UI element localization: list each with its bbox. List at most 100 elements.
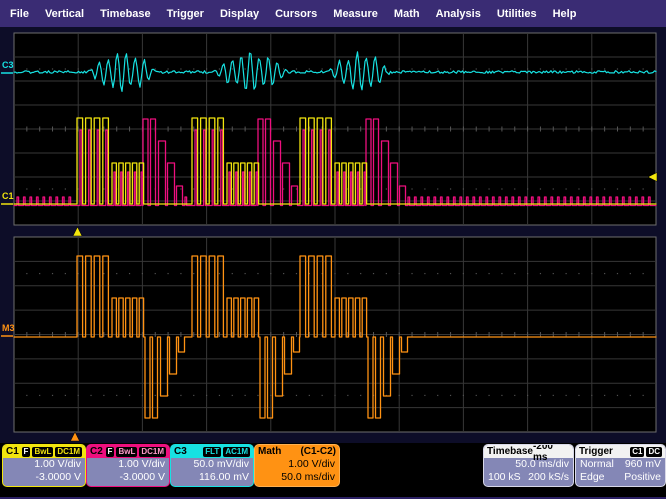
channel-descriptor-c3[interactable]: C3 FLTAC1M 50.0 mV/div 116.00 mV [170,444,254,487]
menu-item-math[interactable]: Math [386,8,428,20]
dotted-tick [476,273,477,274]
dotted-tick [630,188,631,189]
dotted-tick [540,188,541,189]
dotted-tick [206,68,207,69]
waveform-display: C3C1M3 [0,0,666,499]
trigger-descriptor[interactable]: Trigger C1DC Normal 960 mV Edge Positive [575,444,666,487]
dotted-tick [193,68,194,69]
menu-item-analysis[interactable]: Analysis [428,8,489,20]
dotted-tick [52,68,53,69]
dotted-tick [78,395,79,396]
menu-item-measure[interactable]: Measure [325,8,386,20]
dotted-tick [476,68,477,69]
badge-f: F [22,447,31,457]
dotted-tick [180,68,181,69]
dotted-tick [283,273,284,274]
channel-descriptor-c2[interactable]: C2 FBwLDC1M 1.00 V/div -3.0000 V [86,444,170,487]
badge-ac1m: AC1M [223,447,250,457]
dotted-tick [193,188,194,189]
dotted-tick [283,68,284,69]
menu-item-help[interactable]: Help [545,8,585,20]
dotted-tick [142,273,143,274]
dotted-tick [360,395,361,396]
dotted-tick [296,273,297,274]
dotted-tick [617,188,618,189]
dotted-tick [116,68,117,69]
dotted-tick [604,395,605,396]
dotted-tick [424,273,425,274]
dotted-tick [617,395,618,396]
dotted-tick [514,188,515,189]
menu-item-cursors[interactable]: Cursors [267,8,325,20]
timebase-header: Timebase -200 ms [484,445,573,458]
trigger-time-marker[interactable] [73,227,82,236]
dotted-tick [578,273,579,274]
menu-item-file[interactable]: File [2,8,37,20]
menu-item-timebase[interactable]: Timebase [92,8,159,20]
dotted-tick [334,395,335,396]
dotted-tick [604,188,605,189]
math-position-marker[interactable] [71,432,80,441]
dotted-tick [103,68,104,69]
badge-f: F [106,447,115,457]
dotted-tick [65,68,66,69]
timebase-descriptor[interactable]: Timebase -200 ms 50.0 ms/div 100 kS 200 … [483,444,574,487]
dotted-tick [309,395,310,396]
dotted-tick [360,273,361,274]
c1-label: C1 [6,446,19,457]
dotted-tick [103,273,104,274]
dotted-tick [514,395,515,396]
dotted-tick [103,395,104,396]
dotted-tick [386,188,387,189]
dotted-tick [334,68,335,69]
dotted-tick [296,395,297,396]
trace-label-c3: C3 [2,60,14,70]
menu-item-utilities[interactable]: Utilities [489,8,545,20]
trigger-badges: C1DC [630,447,662,457]
dotted-tick [488,68,489,69]
dotted-tick [39,273,40,274]
dotted-tick [257,395,258,396]
menu-item-trigger[interactable]: Trigger [159,8,212,20]
dotted-tick [450,395,451,396]
dotted-tick [501,395,502,396]
channel-descriptor-c1[interactable]: C1 FBwLDC1M 1.00 V/div -3.0000 V [2,444,86,487]
math-header: Math (C1-C2) [255,445,339,458]
menu-item-display[interactable]: Display [212,8,267,20]
menu-item-vertical[interactable]: Vertical [37,8,92,20]
dotted-tick [463,273,464,274]
dotted-tick [142,395,143,396]
dotted-tick [334,273,335,274]
dotted-tick [129,273,130,274]
timebase-label: Timebase [487,446,533,457]
dotted-tick [566,395,567,396]
dotted-tick [232,395,233,396]
dotted-tick [553,395,554,396]
dotted-tick [39,188,40,189]
c3-badges: FLTAC1M [203,447,250,457]
dotted-tick [245,273,246,274]
dotted-tick [617,273,618,274]
dotted-tick [643,395,644,396]
dotted-tick [437,395,438,396]
c1-header: C1 FBwLDC1M [3,445,85,458]
dotted-tick [155,273,156,274]
dotted-tick [245,395,246,396]
c3-label: C3 [174,446,187,457]
c2-volts-per-div: 1.00 V/div [87,458,169,471]
badge-dc1m: DC1M [55,447,82,457]
dotted-tick [488,273,489,274]
dotted-tick [232,273,233,274]
dotted-tick [399,273,400,274]
dotted-tick [347,395,348,396]
dotted-tick [501,273,502,274]
dotted-tick [527,273,528,274]
dotted-tick [566,188,567,189]
dotted-tick [553,68,554,69]
math-descriptor[interactable]: Math (C1-C2) 1.00 V/div 50.0 ms/div [254,444,340,487]
dotted-tick [463,395,464,396]
dotted-tick [553,188,554,189]
timebase-sample-row: 100 kS 200 kS/s [484,471,573,484]
dotted-tick [129,395,130,396]
trigger-type-row: Edge Positive [576,471,665,484]
